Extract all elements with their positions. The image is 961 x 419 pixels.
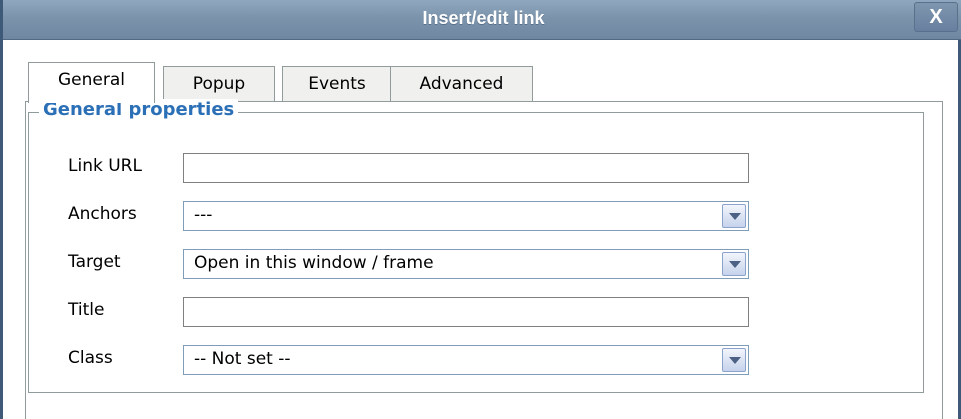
tab-popup[interactable]: Popup	[163, 66, 275, 102]
anchors-selected-value: ---	[194, 205, 213, 225]
class-select[interactable]: -- Not set --	[183, 345, 749, 375]
dialog-titlebar[interactable]: Insert/edit link X	[3, 0, 961, 40]
class-selected-value: -- Not set --	[194, 349, 291, 369]
target-selected-value: Open in this window / frame	[194, 253, 434, 273]
title-label: Title	[68, 300, 105, 320]
dialog-title: Insert/edit link	[422, 8, 545, 28]
link-url-label: Link URL	[68, 156, 142, 176]
target-label: Target	[68, 252, 121, 272]
target-select[interactable]: Open in this window / frame	[183, 249, 749, 279]
insert-edit-link-dialog: Insert/edit link X General Popup Events …	[0, 0, 961, 419]
anchors-select[interactable]: ---	[183, 201, 749, 231]
chevron-down-icon[interactable]	[722, 204, 746, 228]
close-icon[interactable]: X	[929, 6, 942, 28]
chevron-down-icon[interactable]	[722, 348, 746, 372]
tab-general[interactable]: General	[28, 62, 155, 103]
close-button[interactable]: X	[914, 2, 958, 32]
title-input[interactable]	[183, 297, 749, 327]
link-url-input[interactable]	[183, 153, 749, 183]
class-label: Class	[68, 348, 113, 368]
tab-events[interactable]: Events	[282, 66, 392, 102]
chevron-down-icon[interactable]	[722, 252, 746, 276]
tab-advanced[interactable]: Advanced	[390, 66, 533, 102]
anchors-label: Anchors	[68, 204, 137, 224]
